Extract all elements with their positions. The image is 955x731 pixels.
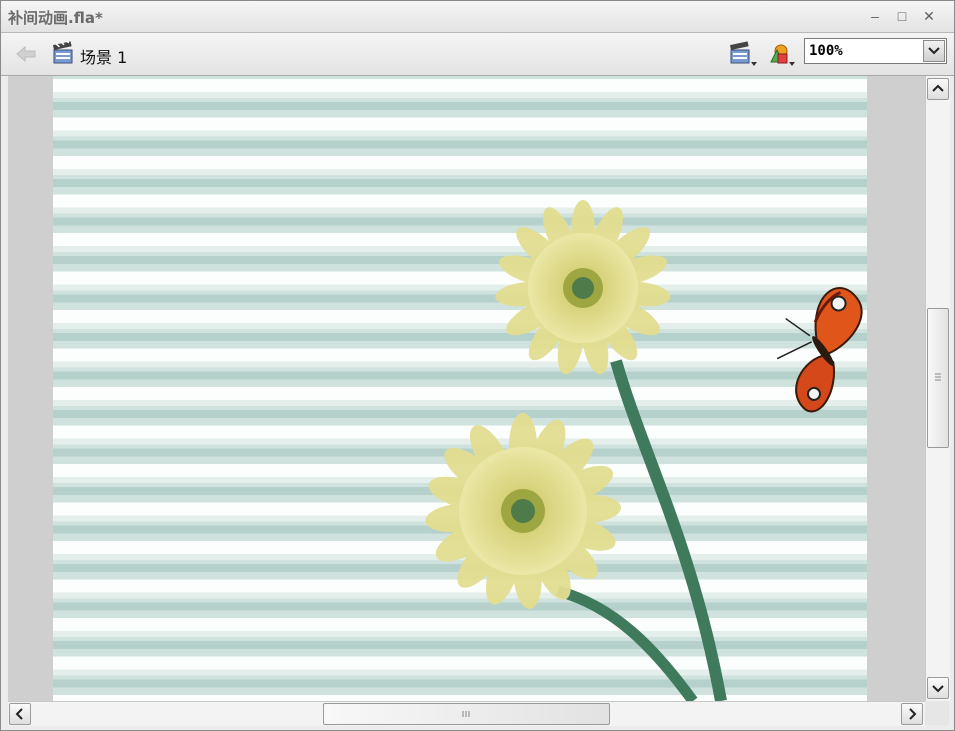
blinds-background bbox=[53, 76, 867, 701]
vertical-scroll-thumb[interactable] bbox=[927, 308, 949, 448]
zoom-dropdown-button[interactable] bbox=[923, 40, 945, 62]
chevron-up-icon bbox=[932, 84, 944, 92]
scroll-corner bbox=[925, 701, 949, 725]
zoom-select[interactable]: 100% bbox=[804, 38, 947, 64]
zoom-value[interactable]: 100% bbox=[809, 43, 843, 59]
title-bar[interactable]: 补间动画.fla* – □ ✕ bbox=[1, 1, 954, 33]
stage[interactable] bbox=[53, 76, 867, 701]
grip-icon bbox=[935, 373, 941, 381]
document-window: 补间动画.fla* – □ ✕ 场景 1 100% bbox=[0, 0, 955, 731]
vertical-scrollbar[interactable] bbox=[925, 76, 950, 701]
window-title: 补间动画.fla* bbox=[8, 9, 103, 27]
close-button[interactable]: ✕ bbox=[919, 6, 939, 26]
stage-artwork bbox=[53, 76, 867, 701]
scroll-right-button[interactable] bbox=[901, 703, 923, 725]
edit-bar: 场景 1 100% bbox=[1, 33, 954, 76]
horizontal-scroll-thumb[interactable] bbox=[323, 703, 610, 725]
maximize-button[interactable]: □ bbox=[892, 6, 912, 26]
scroll-left-button[interactable] bbox=[9, 703, 31, 725]
chevron-down-icon bbox=[932, 685, 944, 693]
chevron-down-icon bbox=[928, 47, 940, 55]
scroll-up-button[interactable] bbox=[927, 78, 949, 100]
horizontal-scrollbar[interactable] bbox=[8, 701, 925, 726]
scroll-down-button[interactable] bbox=[927, 677, 949, 699]
clapperboard-icon bbox=[52, 41, 73, 64]
grip-icon bbox=[462, 711, 470, 717]
minimize-button[interactable]: – bbox=[865, 6, 885, 26]
edit-symbols-icon[interactable] bbox=[766, 41, 796, 67]
edit-scene-icon[interactable] bbox=[728, 41, 758, 67]
scene-label[interactable]: 场景 1 bbox=[80, 44, 127, 68]
chevron-left-icon bbox=[15, 708, 23, 720]
chevron-right-icon bbox=[909, 708, 917, 720]
work-area bbox=[8, 76, 925, 701]
back-arrow-icon[interactable] bbox=[13, 42, 39, 66]
